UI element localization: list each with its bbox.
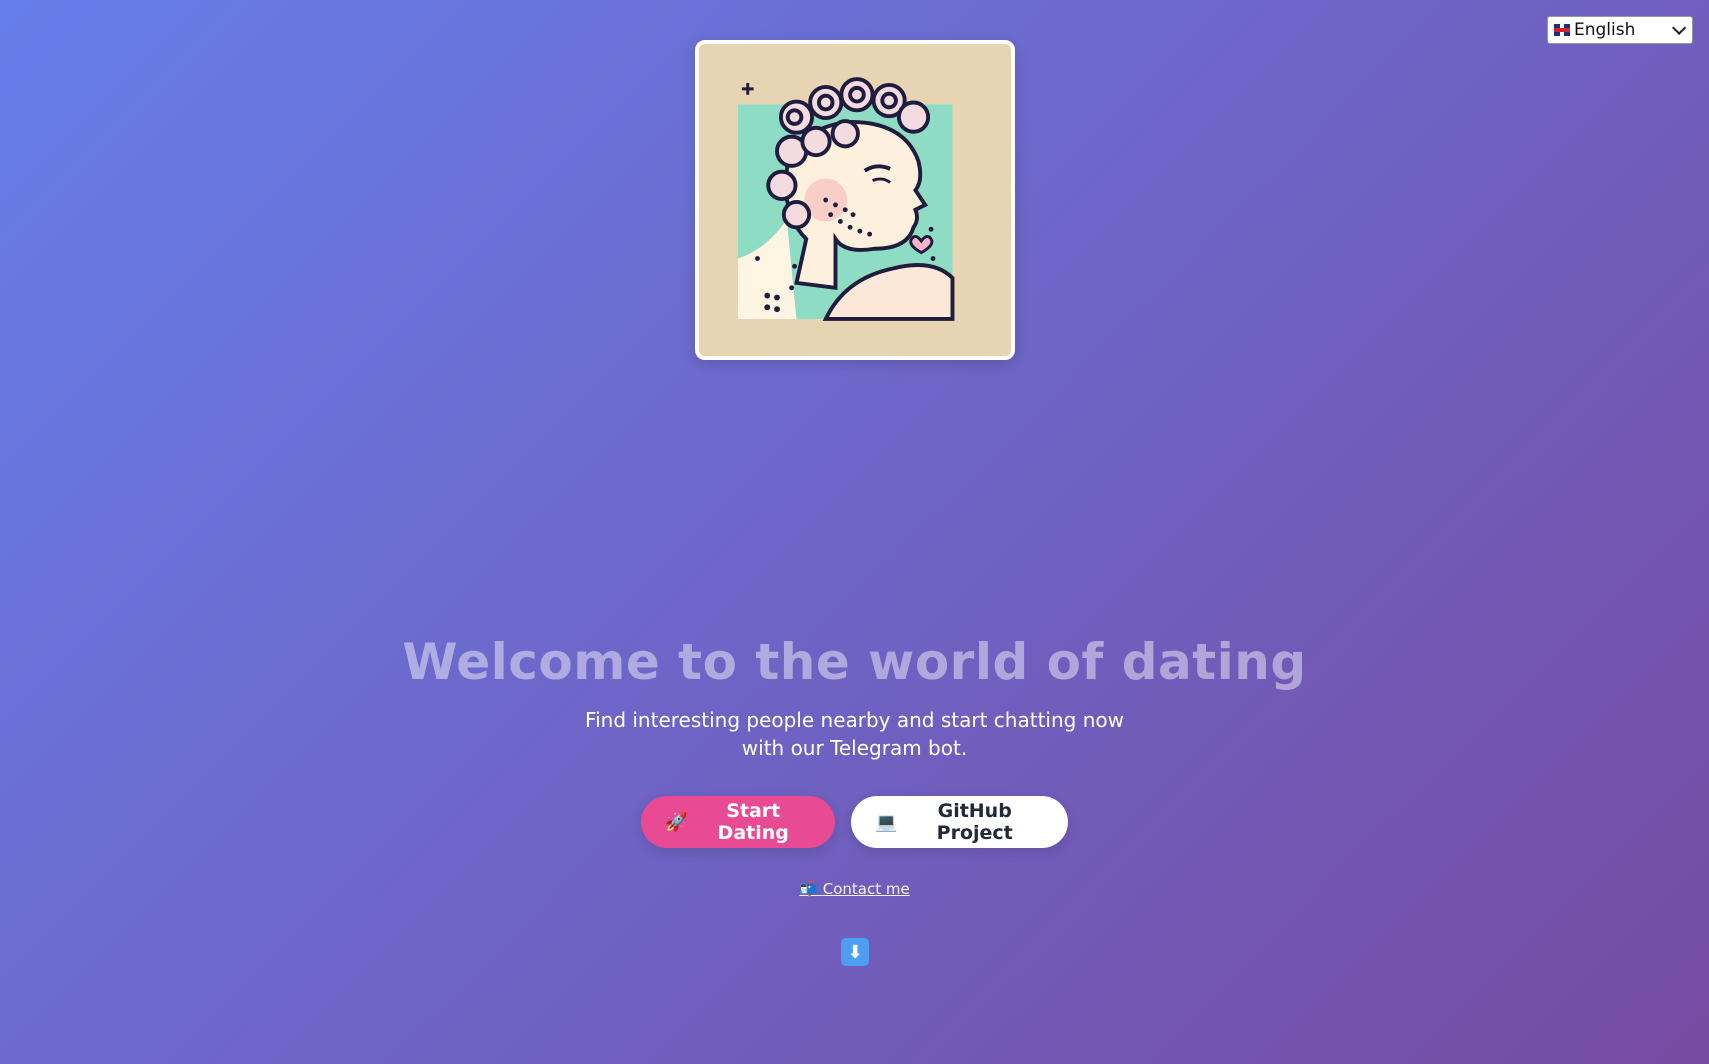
mailbox-icon: 📬 xyxy=(799,880,818,898)
uk-flag-icon xyxy=(1554,24,1570,36)
scroll-down-button[interactable]: ⬇ xyxy=(841,938,869,966)
greek-statue-illustration xyxy=(699,44,1011,356)
laptop-icon: 💻 xyxy=(875,811,898,833)
start-dating-button[interactable]: 🚀 Start Dating xyxy=(641,796,835,848)
contact-link[interactable]: 📬 Contact me xyxy=(799,880,909,898)
start-dating-label: Start Dating xyxy=(717,800,789,844)
page-title: Welcome to the world of dating xyxy=(402,633,1307,691)
github-project-button[interactable]: 💻 GitHub Project xyxy=(851,796,1068,848)
contact-label: Contact me xyxy=(822,880,910,898)
rocket-icon: 🚀 xyxy=(665,811,688,833)
hero-portrait-image xyxy=(695,40,1015,360)
language-select[interactable]: English xyxy=(1547,16,1693,44)
cta-buttons: 🚀 Start Dating 💻 GitHub Project xyxy=(0,796,1709,848)
hero-subtitle: Find interesting people nearby and start… xyxy=(585,708,1124,760)
down-arrow-icon: ⬇ xyxy=(847,941,863,963)
chevron-down-icon xyxy=(1672,20,1687,35)
hero-section: Welcome to the world of dating Find inte… xyxy=(0,630,1709,898)
language-select-value: English xyxy=(1574,20,1636,40)
github-project-label: GitHub Project xyxy=(936,800,1013,844)
